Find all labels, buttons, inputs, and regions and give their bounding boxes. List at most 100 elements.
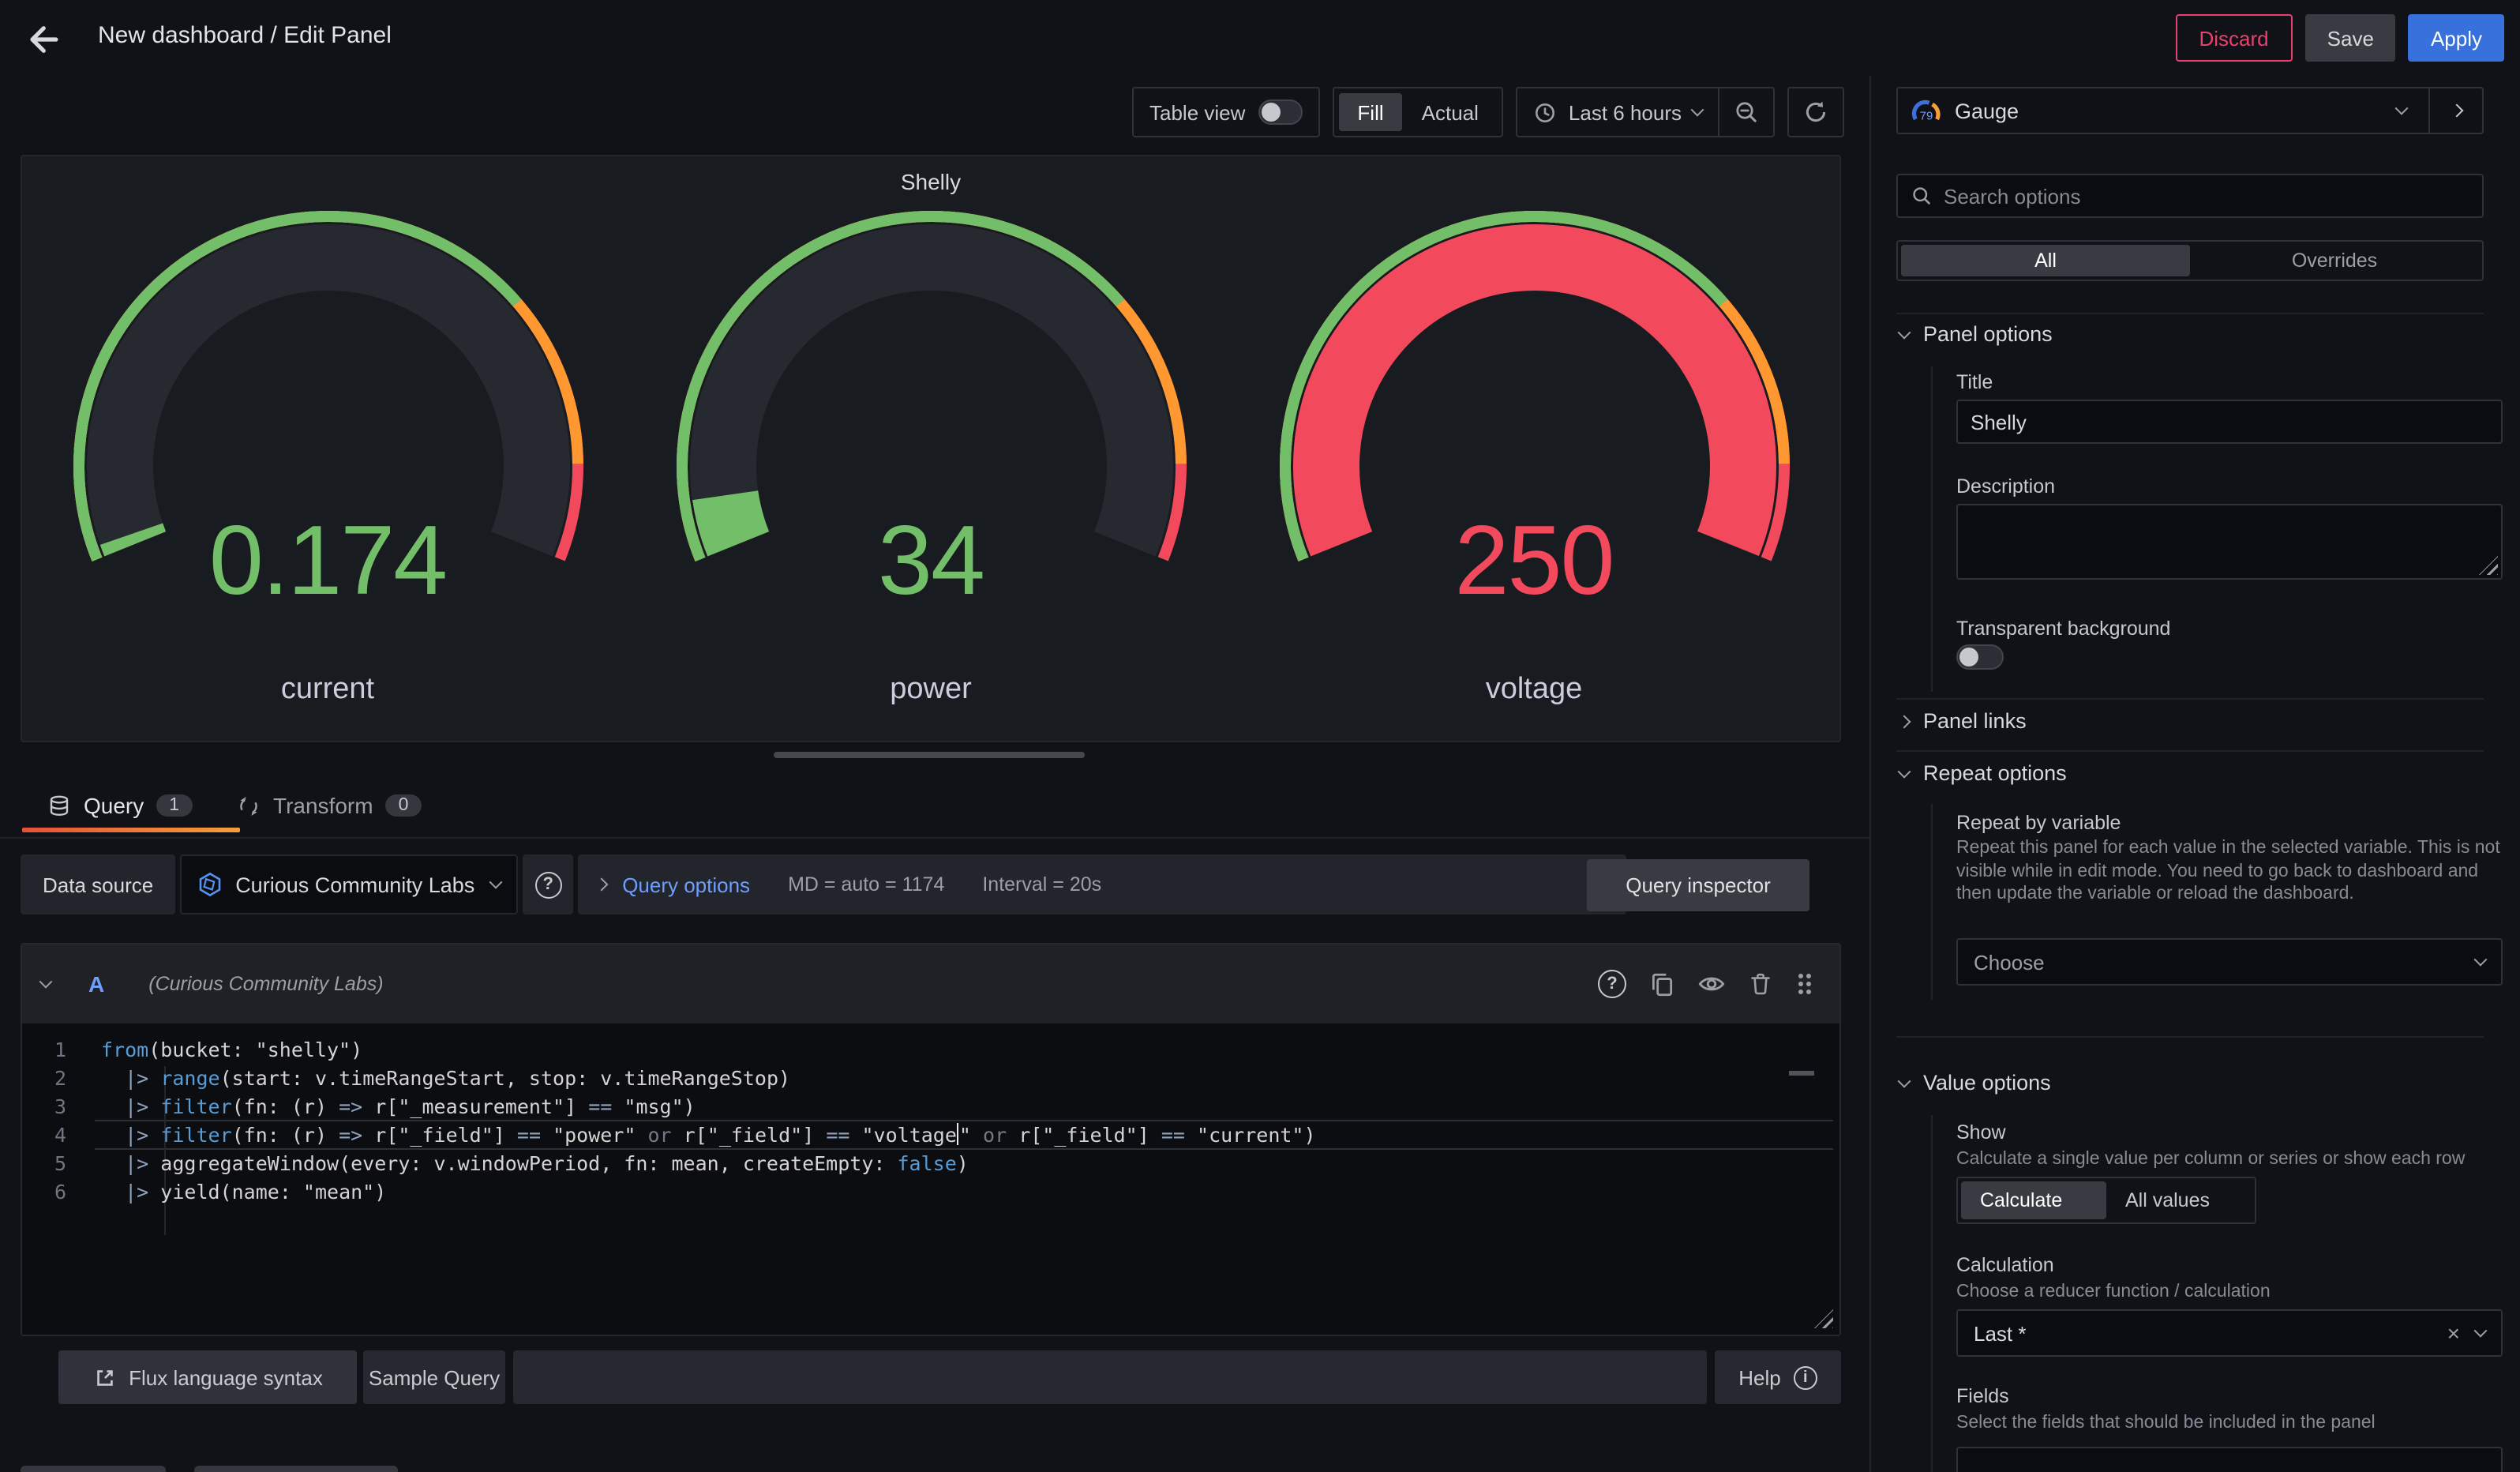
query-options-bar[interactable]: Query options MD = auto = 1174 Interval …	[578, 854, 1626, 914]
search-icon	[1911, 185, 1933, 207]
gauge-label: current	[54, 673, 601, 708]
code-lines: 1from(bucket: "shelly")2 |> range(start:…	[22, 1023, 1839, 1207]
table-view-label: Table view	[1134, 100, 1258, 124]
panel-title: Shelly	[22, 156, 1839, 204]
add-query-button-partial[interactable]	[21, 1466, 166, 1472]
options-search[interactable]	[1896, 174, 2484, 218]
query-datasource-hint: (Curious Community Labs)	[148, 973, 1582, 995]
gauge-label: power	[658, 673, 1204, 708]
description-textarea[interactable]	[1956, 504, 2503, 580]
search-input[interactable]	[1944, 184, 2469, 208]
select-value: Last *	[1974, 1321, 2447, 1345]
show-label: Show	[1956, 1121, 2006, 1143]
code-line[interactable]: 3 |> filter(fn: (r) => r["_measurement"]…	[22, 1093, 1839, 1121]
flux-code-editor[interactable]: 1from(bucket: "shelly")2 |> range(start:…	[22, 1023, 1839, 1335]
repeat-variable-select[interactable]: Choose	[1956, 938, 2503, 986]
clear-icon[interactable]: ×	[2447, 1320, 2460, 1346]
calculation-select[interactable]: Last * ×	[1956, 1309, 2503, 1357]
section-panel-links[interactable]: Panel links	[1899, 709, 2027, 733]
panel-toolbar: Table view Fill Actual Last 6 hours	[1132, 87, 1844, 137]
code-line[interactable]: 4 |> filter(fn: (r) => r["_field"] == "p…	[22, 1121, 1839, 1150]
help-icon: ?	[534, 871, 561, 898]
actual-option[interactable]: Actual	[1403, 93, 1498, 131]
section-guide	[1931, 366, 1933, 692]
tab-query[interactable]: Query 1	[47, 783, 192, 828]
chevron-down-icon	[2474, 1324, 2488, 1338]
section-panel-options[interactable]: Panel options	[1899, 322, 2053, 346]
tab-transform[interactable]: Transform 0	[237, 783, 421, 828]
query-ref-id: A	[88, 971, 104, 997]
code-line[interactable]: 2 |> range(start: v.timeRangeStart, stop…	[22, 1065, 1839, 1093]
trash-icon[interactable]	[1748, 971, 1773, 997]
all-values-option[interactable]: All values	[2106, 1181, 2252, 1219]
datasource-help-button[interactable]: ?	[523, 854, 573, 914]
fields-select-partial[interactable]	[1956, 1447, 2503, 1472]
sample-query-button[interactable]: Sample Query	[363, 1350, 505, 1404]
calculation-label: Calculation	[1956, 1254, 2054, 1276]
chevron-right-icon	[1898, 715, 1911, 728]
table-view-toggle[interactable]	[1258, 100, 1302, 125]
panel-preview: Shelly 0.174current34power250voltage	[21, 155, 1841, 742]
query-count-badge: 1	[156, 794, 192, 817]
refresh-button[interactable]	[1789, 88, 1843, 136]
query-header[interactable]: A (Curious Community Labs) ?	[22, 944, 1839, 1023]
transparent-bg-toggle[interactable]	[1956, 644, 2004, 670]
fill-option[interactable]: Fill	[1338, 93, 1402, 131]
topbar-actions: Discard Save Apply	[2176, 14, 2505, 62]
save-button[interactable]: Save	[2305, 14, 2396, 62]
max-datapoints-stat: MD = auto = 1174	[788, 873, 944, 896]
viz-name: Gauge	[1955, 99, 2397, 122]
flux-syntax-button[interactable]: Flux language syntax	[58, 1350, 357, 1404]
visualization-picker[interactable]: 79 Gauge	[1896, 87, 2484, 134]
code-line[interactable]: 6 |> yield(name: "mean")	[22, 1178, 1839, 1207]
active-tab-underline	[22, 828, 240, 832]
gauge-value: 34	[658, 512, 1204, 613]
tab-all[interactable]: All	[1901, 245, 2190, 276]
duplicate-icon[interactable]	[1648, 971, 1675, 997]
apply-button[interactable]: Apply	[2409, 14, 2504, 62]
options-filter-tabs: All Overrides	[1896, 240, 2484, 281]
title-label: Title	[1956, 371, 1993, 393]
interval-stat: Interval = 20s	[982, 873, 1101, 896]
show-mode-switch: Calculate All values	[1956, 1177, 2256, 1224]
zoom-out-button[interactable]	[1719, 88, 1773, 136]
transform-icon	[237, 794, 261, 817]
datasource-picker[interactable]: Curious Community Labs	[180, 854, 518, 914]
drag-handle-icon[interactable]	[1795, 971, 1814, 997]
editor-resize-grip[interactable]	[1814, 1309, 1833, 1328]
collapse-chevron-icon[interactable]	[39, 975, 53, 989]
section-repeat-options[interactable]: Repeat options	[1899, 761, 2067, 785]
calculate-option[interactable]: Calculate	[1961, 1181, 2106, 1219]
time-range-picker[interactable]: Last 6 hours	[1518, 100, 1718, 124]
section-value-options[interactable]: Value options	[1899, 1071, 2051, 1095]
line-number: 1	[22, 1036, 101, 1065]
info-icon: i	[1794, 1365, 1817, 1389]
line-number: 4	[22, 1121, 101, 1150]
show-description: Calculate a single value per column or s…	[1956, 1148, 2503, 1171]
gauge-value: 0.174	[54, 512, 601, 613]
database-icon	[47, 794, 71, 817]
discard-button[interactable]: Discard	[2176, 14, 2293, 62]
query-inspector-button[interactable]: Query inspector	[1587, 859, 1809, 911]
help-label: Help	[1738, 1365, 1781, 1389]
section-guide	[1931, 804, 1933, 1000]
eye-icon[interactable]	[1697, 970, 1726, 998]
split-drag-handle[interactable]	[774, 752, 1085, 758]
chevron-down-icon	[1898, 1074, 1911, 1087]
panel-title-input[interactable]	[1956, 400, 2503, 444]
help-button[interactable]: Help i	[1715, 1350, 1841, 1404]
back-arrow-icon[interactable]	[22, 19, 63, 60]
textarea-resize-grip[interactable]	[2479, 556, 2498, 575]
divider	[1896, 698, 2484, 700]
tab-transform-label: Transform	[273, 793, 373, 818]
tab-overrides[interactable]: Overrides	[2190, 245, 2479, 276]
code-line[interactable]: 1from(bucket: "shelly")	[22, 1036, 1839, 1065]
repeat-description: Repeat this panel for each value in the …	[1956, 837, 2503, 906]
help-circle-icon[interactable]: ?	[1598, 970, 1626, 998]
chevron-down-icon	[2395, 102, 2409, 115]
collapse-options-pane-button[interactable]	[2428, 88, 2482, 133]
influxdb-icon	[197, 872, 223, 897]
gauge-value: 250	[1261, 512, 1807, 613]
add-expression-button-partial[interactable]	[194, 1466, 398, 1472]
code-line[interactable]: 5 |> aggregateWindow(every: v.windowPeri…	[22, 1150, 1839, 1178]
